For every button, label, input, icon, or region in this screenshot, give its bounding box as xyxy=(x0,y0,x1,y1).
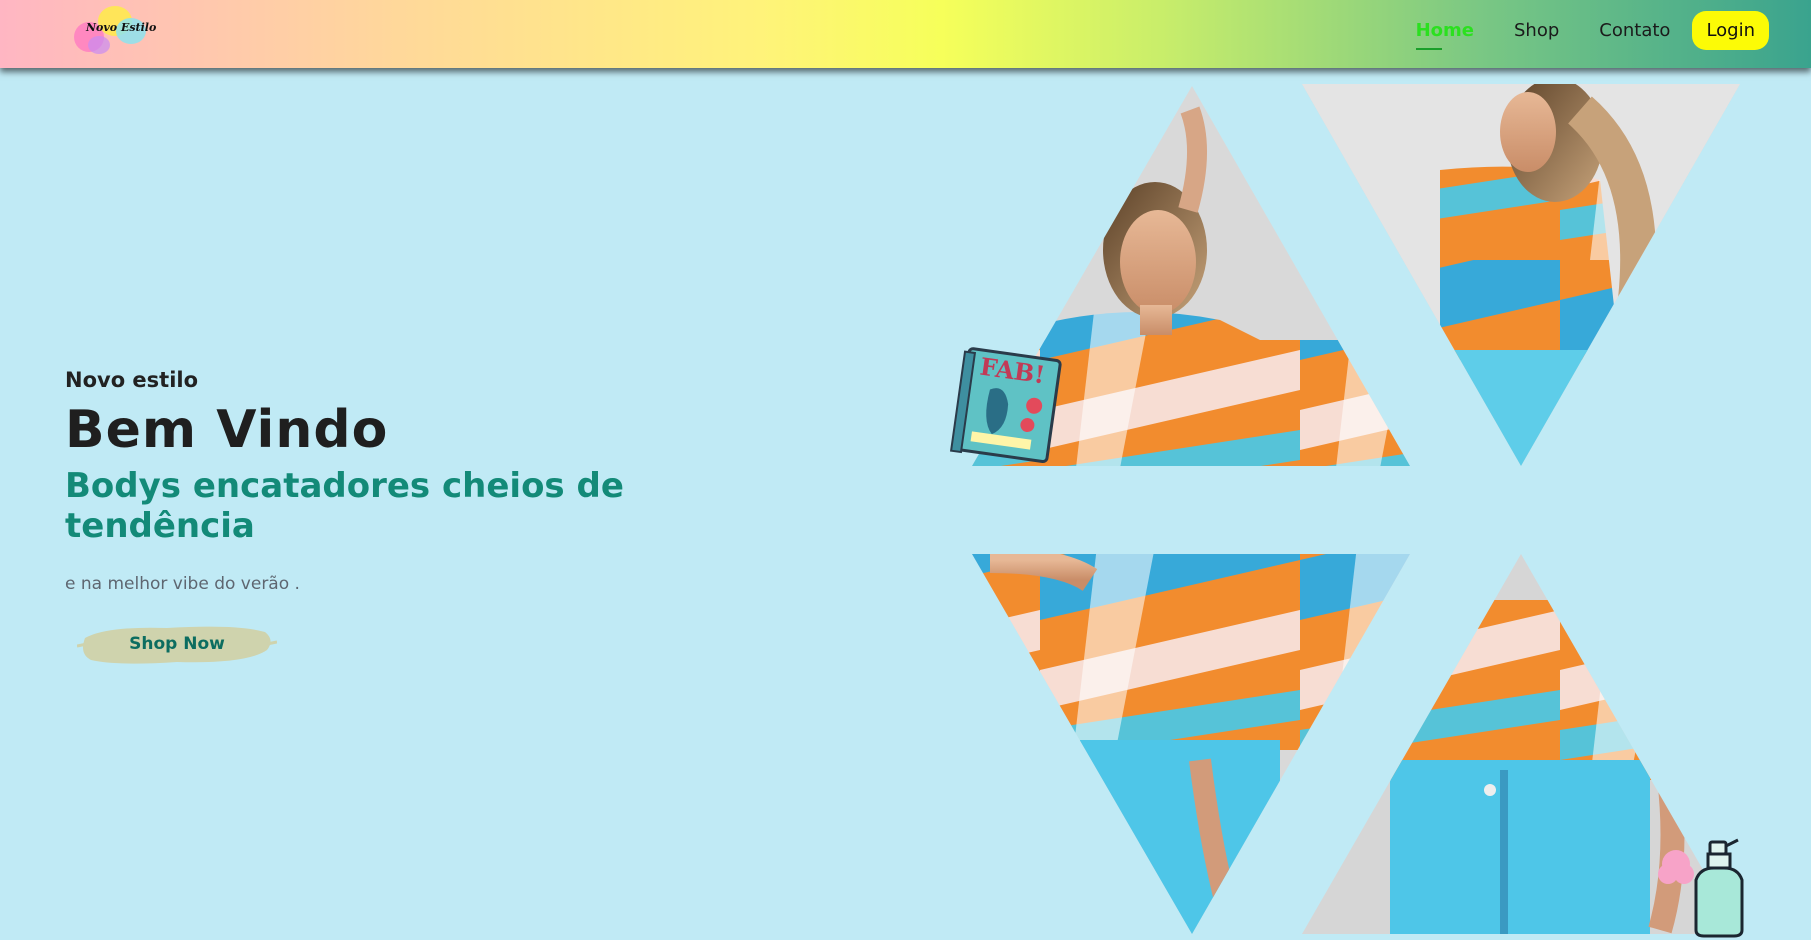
main-nav: Home Shop Contato Login xyxy=(1376,9,1769,51)
logo-wordmark: Novo Estilo xyxy=(86,21,157,34)
magazine-sticker: FAB! xyxy=(948,344,1066,466)
hero-section: Novo estilo Bem Vindo Bodys encatadores … xyxy=(65,368,785,668)
nav-contato-link[interactable]: Contato xyxy=(1599,20,1670,41)
hero-kicker: Novo estilo xyxy=(65,368,199,392)
hero-title: Bem Vindo xyxy=(65,400,389,460)
brand-logo[interactable]: Novo Estilo xyxy=(74,6,156,56)
nav-shop-link[interactable]: Shop xyxy=(1514,20,1559,41)
nav-home-link[interactable]: Home xyxy=(1415,20,1474,50)
hero-description: e na melhor vibe do verão . xyxy=(65,574,300,594)
logo-purple-splash xyxy=(88,36,110,54)
login-button[interactable]: Login xyxy=(1692,10,1769,50)
top-navbar: Novo Estilo Home Shop Contato Login xyxy=(0,0,1811,68)
hero-subtitle: Bodys encatadores cheios de tendência xyxy=(65,466,624,546)
shop-now-button[interactable]: Shop Now xyxy=(77,620,277,668)
shop-now-label: Shop Now xyxy=(129,634,225,654)
perfume-bottle-sticker xyxy=(1654,838,1746,938)
